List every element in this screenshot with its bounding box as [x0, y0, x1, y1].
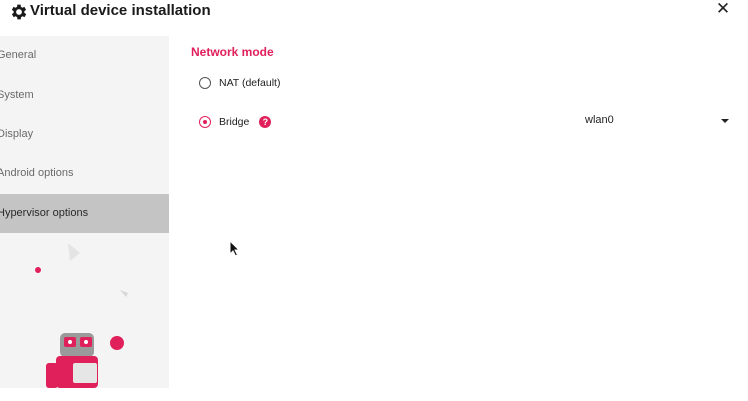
decor-triangle-small: [120, 290, 128, 297]
sidebar-item-label: Hypervisor options: [0, 207, 89, 219]
robot-illustration: [35, 243, 128, 388]
sidebar-item-label: General: [0, 49, 37, 61]
sidebar-item-hypervisor-options[interactable]: Hypervisor options: [0, 194, 169, 233]
radio-button[interactable]: [199, 77, 211, 89]
chevron-down-icon: [721, 119, 729, 123]
help-icon[interactable]: ?: [259, 116, 272, 128]
sidebar-item-general[interactable]: General: [0, 36, 169, 75]
interface-value: wlan0: [585, 114, 614, 126]
main-content: Network mode NAT (default) Bridge ? wlan…: [169, 36, 748, 388]
close-button[interactable]: ✕: [713, 0, 733, 20]
radio-nat[interactable]: NAT (default): [199, 74, 280, 92]
sidebar-item-label: Android options: [0, 167, 74, 179]
sidebar-item-label: Display: [0, 128, 34, 140]
robot-icon: [46, 333, 98, 388]
sidebar-item-system[interactable]: System: [0, 76, 169, 115]
interface-select[interactable]: wlan0: [585, 114, 729, 130]
title-bar: Virtual device installation ✕: [0, 0, 748, 36]
section-title: Network mode: [191, 45, 274, 59]
sidebar: General System Display Android options H…: [0, 36, 169, 388]
decor-dot: [35, 267, 41, 273]
radio-bridge[interactable]: Bridge ?: [199, 113, 272, 131]
radio-label-nat: NAT (default): [219, 77, 281, 89]
window-title: Virtual device installation: [30, 2, 211, 19]
gear-icon: [11, 4, 27, 20]
decor-ball: [110, 336, 124, 350]
radio-button-checked[interactable]: [199, 116, 211, 128]
radio-label-bridge: Bridge: [219, 116, 250, 128]
decor-triangle: [68, 243, 80, 261]
sidebar-item-label: System: [0, 89, 34, 101]
sidebar-item-display[interactable]: Display: [0, 115, 169, 154]
sidebar-item-android-options[interactable]: Android options: [0, 154, 169, 193]
close-icon: ✕: [715, 0, 731, 18]
mouse-cursor-icon: [229, 240, 241, 257]
